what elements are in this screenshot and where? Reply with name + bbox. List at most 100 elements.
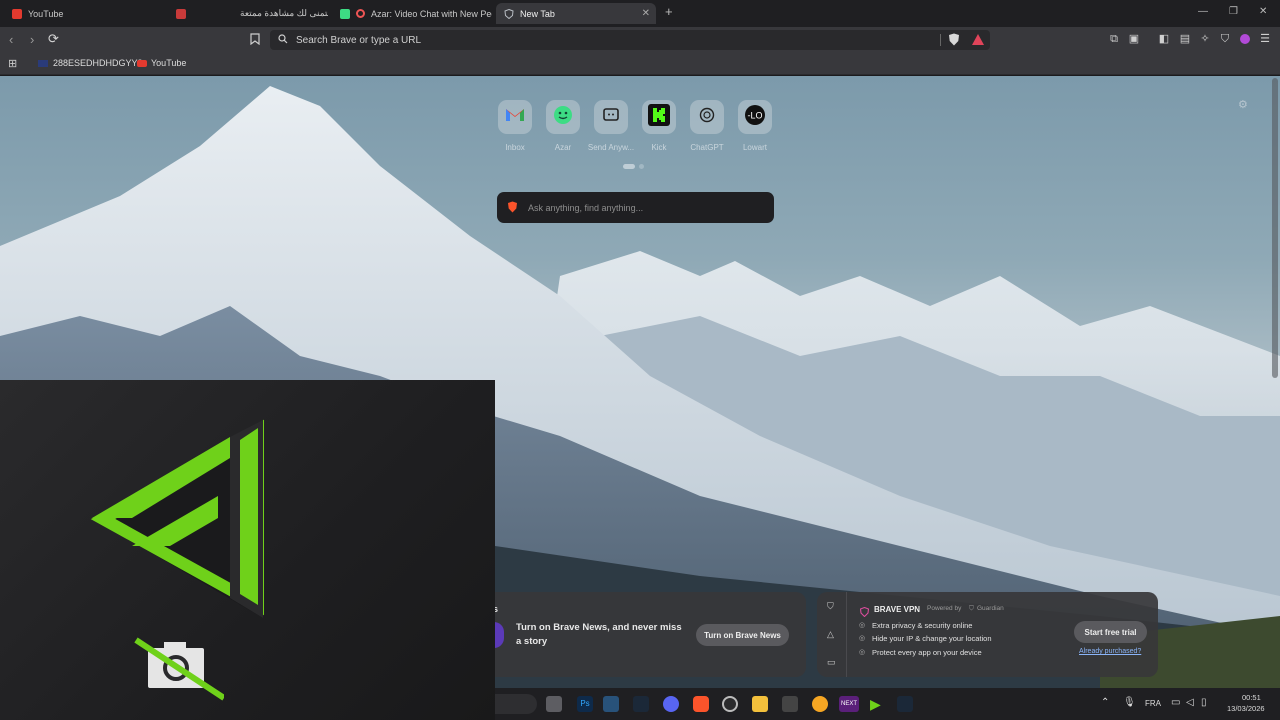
- chrome-icon[interactable]: [812, 696, 828, 712]
- scrollbar[interactable]: [1272, 78, 1278, 378]
- shortcut-page-indicator[interactable]: [639, 164, 644, 169]
- file-explorer-icon[interactable]: [752, 696, 768, 712]
- back-button[interactable]: ‹: [9, 32, 13, 47]
- clock-date[interactable]: 13/03/2026: [1227, 704, 1265, 713]
- next-app-icon[interactable]: NEXT: [839, 696, 859, 712]
- toolbar: ‹ › ⟳ Search Brave or type a URL ⧉ ▣ ◧ ▤…: [0, 27, 1280, 53]
- brave-shield-icon: [504, 8, 514, 19]
- tab-title: New Tab: [520, 8, 555, 19]
- app-window-icon[interactable]: [782, 696, 798, 712]
- bookmark-icon[interactable]: [249, 33, 261, 46]
- send-anywhere-icon: [602, 106, 620, 129]
- forward-button[interactable]: ›: [30, 32, 34, 47]
- task-view-icon[interactable]: [546, 696, 562, 712]
- tab-new-tab[interactable]: New Tab ✕: [496, 3, 656, 24]
- start-free-trial-button[interactable]: Start free trial: [1074, 621, 1147, 643]
- wallet-icon[interactable]: ▤: [1179, 33, 1191, 45]
- bookmark-item[interactable]: 288ESEDHDHDGYY8: [38, 58, 143, 68]
- address-placeholder: Search Brave or type a URL: [296, 34, 422, 46]
- vpn-shield-icon[interactable]: ⛉: [1219, 33, 1231, 45]
- search-box[interactable]: Ask anything, find anything...: [497, 192, 774, 223]
- app-logo-taskbar-icon[interactable]: ▶: [870, 696, 886, 712]
- app-icon[interactable]: [603, 696, 619, 712]
- shortcut-azar[interactable]: [546, 100, 580, 134]
- steam-icon[interactable]: [633, 696, 649, 712]
- check-icon: ◎: [859, 622, 866, 629]
- bookmark-flag-icon: [38, 59, 48, 67]
- vpn-brand: BRAVE VPN: [874, 605, 921, 614]
- youtube-icon: [12, 8, 22, 19]
- brave-red-icon: [176, 8, 186, 19]
- brave-rewards-icon[interactable]: [972, 34, 984, 48]
- maximize-button[interactable]: ❐: [1229, 6, 1238, 17]
- extensions-icon[interactable]: ⧉: [1108, 33, 1120, 45]
- check-icon: ◎: [859, 649, 866, 656]
- minimize-button[interactable]: —: [1198, 6, 1208, 17]
- reload-button[interactable]: ⟳: [48, 31, 59, 47]
- bookmark-item-youtube[interactable]: YouTube: [137, 58, 186, 68]
- close-icon[interactable]: ✕: [642, 8, 650, 19]
- photoshop-icon[interactable]: Ps: [577, 696, 593, 712]
- obs-icon[interactable]: [722, 696, 738, 712]
- search-icon: [278, 33, 288, 47]
- rewards-triangle-icon[interactable]: △: [827, 629, 834, 640]
- vpn-feature: Hide your IP & change your location: [872, 634, 992, 643]
- battery-icon[interactable]: ▯: [1201, 697, 1207, 708]
- tab-title: Azar: Video Chat with New People: [371, 8, 492, 19]
- shortcut-chatgpt[interactable]: [690, 100, 724, 134]
- shortcut-kick[interactable]: [642, 100, 676, 134]
- tab-youtube[interactable]: YouTube: [4, 3, 164, 24]
- shortcut-lowart[interactable]: -LO: [738, 100, 772, 134]
- shortcut-page-indicator-active[interactable]: [623, 164, 635, 169]
- brave-vpn-card: ⛉ △ ▭ BRAVE VPN Powered by ⛉ Guardian ◎ …: [817, 592, 1158, 677]
- volume-icon[interactable]: ◁: [1186, 697, 1194, 708]
- steam-icon[interactable]: [897, 696, 913, 712]
- vpn-feature: Extra privacy & security online: [872, 621, 973, 630]
- leo-ai-icon[interactable]: ✧: [1199, 33, 1211, 45]
- guardian-shield-icon: ⛉: [969, 605, 974, 612]
- azar-icon: [553, 105, 573, 130]
- clock-time[interactable]: 00:51: [1242, 693, 1261, 702]
- settings-gear-icon[interactable]: ⚙: [1238, 98, 1248, 111]
- address-bar[interactable]: Search Brave or type a URL: [270, 30, 990, 50]
- brave-shields-icon[interactable]: [948, 33, 960, 49]
- bookmarks-bar: ⊞ 288ESEDHDHDGYY8 YouTube: [0, 53, 1280, 75]
- discord-icon[interactable]: [663, 696, 679, 712]
- recording-icon: [356, 9, 365, 18]
- youtube-icon: [137, 59, 147, 67]
- shortcut-send-anywhere[interactable]: [594, 100, 628, 134]
- shortcut-inbox[interactable]: [498, 100, 532, 134]
- menu-icon[interactable]: ☰: [1259, 33, 1271, 45]
- tab-arabic[interactable]: تتمنى لك مشاهدة ممتعة💗: [168, 3, 328, 24]
- apps-grid-icon[interactable]: ⊞: [8, 57, 17, 70]
- tab-strip: YouTube تتمنى لك مشاهدة ممتعة💗 Azar: Vid…: [0, 0, 1280, 27]
- window-close-button[interactable]: ✕: [1259, 6, 1267, 17]
- search-placeholder: Ask anything, find anything...: [528, 202, 644, 213]
- already-purchased-link[interactable]: Already purchased?: [1079, 648, 1141, 655]
- vpn-feature: Protect every app on your device: [872, 648, 982, 657]
- sidebar-icon[interactable]: ◧: [1158, 33, 1170, 45]
- taskbar: Ps NEXT ▶ ⌃ 🎙 FRA ▭ ◁ ▯ 00:51 13/03/2026: [495, 688, 1280, 720]
- language-indicator[interactable]: FRA: [1145, 699, 1161, 708]
- shortcut-label: Lowart: [742, 143, 767, 152]
- brave-icon[interactable]: [693, 696, 709, 712]
- tray-overflow-icon[interactable]: ⌃: [1101, 697, 1109, 708]
- news-card-text: Turn on Brave News, and never miss a sto…: [516, 622, 682, 647]
- turn-on-brave-news-button[interactable]: Turn on Brave News: [696, 624, 789, 646]
- vpn-card-sidebar: ⛉ △ ▭: [817, 592, 847, 677]
- screen-icon[interactable]: ▭: [827, 657, 836, 668]
- chatgpt-icon: [698, 106, 716, 129]
- tab-azar[interactable]: Azar: Video Chat with New People: [332, 3, 492, 24]
- new-tab-button[interactable]: +: [665, 4, 673, 19]
- microphone-icon[interactable]: 🎙: [1123, 697, 1136, 708]
- taskbar-search[interactable]: [495, 694, 537, 714]
- wallet-screenshot-icon[interactable]: ▣: [1128, 33, 1140, 45]
- azar-icon: [340, 8, 350, 19]
- network-icon[interactable]: ▭: [1171, 697, 1180, 708]
- tab-title: YouTube: [28, 8, 64, 19]
- svg-text:-LO: -LO: [747, 110, 762, 120]
- vpn-shield-icon[interactable]: ⛉: [827, 601, 834, 612]
- profile-icon[interactable]: [1239, 33, 1251, 45]
- check-icon: ◎: [859, 635, 866, 642]
- camera-overlay-panel: [0, 380, 495, 720]
